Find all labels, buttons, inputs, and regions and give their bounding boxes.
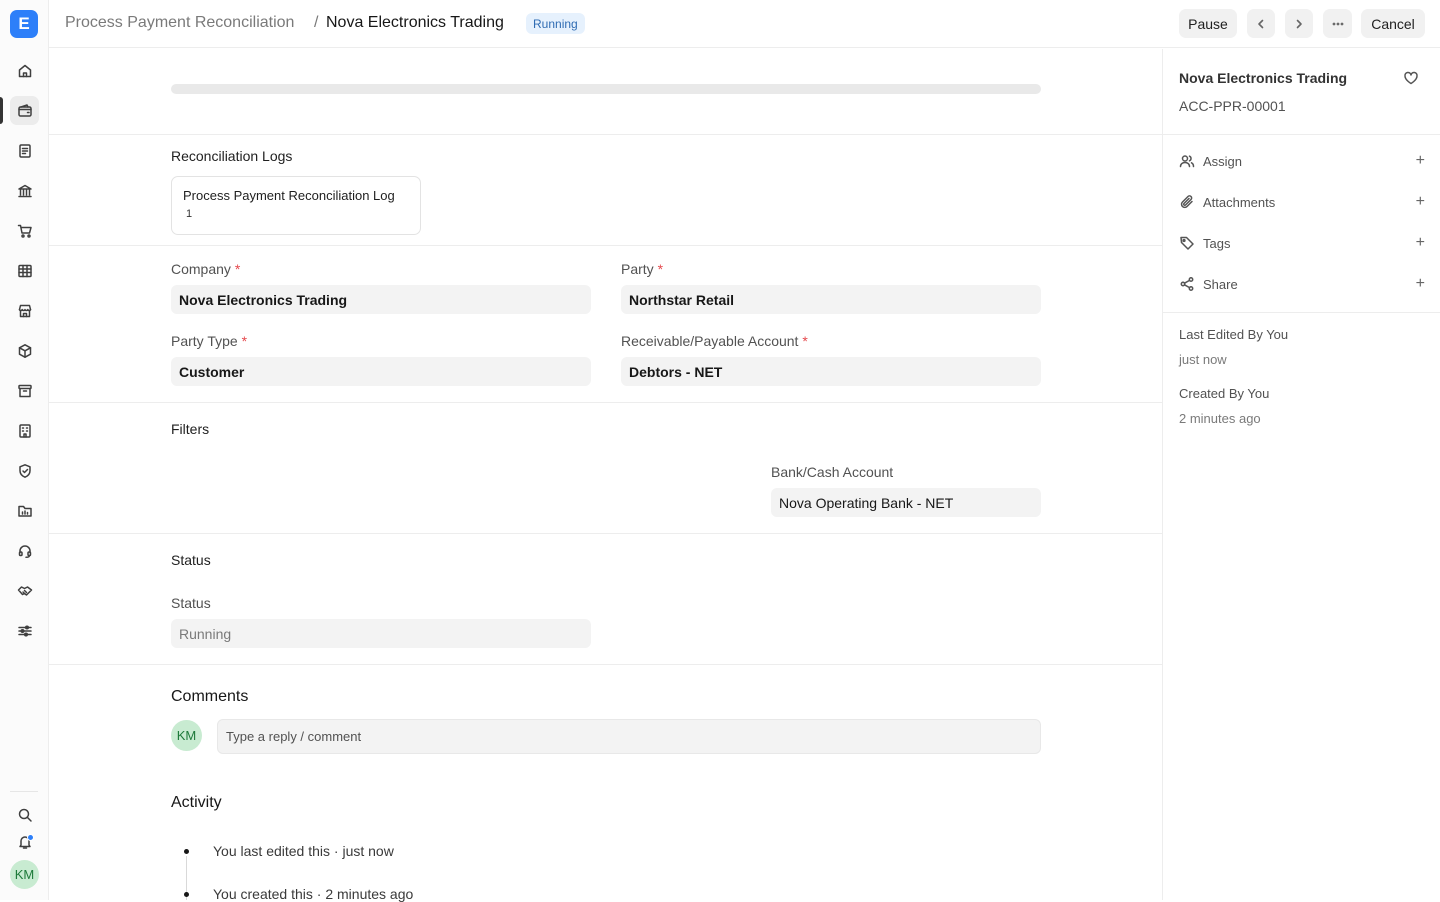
sidebar-divider [10,791,38,792]
handshake-icon[interactable] [10,576,39,605]
table-icon[interactable] [10,256,39,285]
more-button[interactable] [1323,9,1352,38]
last-edited-time: just now [1179,352,1227,367]
box-icon[interactable] [10,336,39,365]
paperclip-icon [1180,195,1193,209]
party-field[interactable]: Northstar Retail [621,285,1041,314]
previous-button[interactable] [1247,9,1275,38]
app-logo[interactable]: E [10,10,38,38]
store-icon[interactable] [10,296,39,325]
headset-icon[interactable] [10,536,39,565]
activity-dot [184,892,189,897]
breadcrumb-separator: / [314,14,319,31]
pause-button[interactable]: Pause [1179,9,1237,38]
next-button[interactable] [1285,9,1313,38]
archive-icon[interactable] [10,376,39,405]
party-label: Party * [621,261,664,277]
share-label: Share [1203,276,1238,292]
account-label: Receivable/Payable Account * [621,333,808,349]
party-type-label: Party Type * [171,333,248,349]
reconciliation-log-card[interactable]: Process Payment Reconciliation Log 1 [171,176,421,235]
sidebar-right: Nova Electronics Trading ACC-PPR-00001 A… [1162,49,1440,900]
heart-icon [1404,71,1418,85]
section-divider [49,533,1162,534]
activity-item: You last edited this · just now [213,843,394,859]
add-attachment-icon[interactable]: + [1416,193,1425,211]
building-icon[interactable] [10,416,39,445]
users-icon [1179,155,1195,168]
chevron-left-icon [1258,19,1264,28]
wallet-icon[interactable] [10,96,39,125]
status-label: Status [171,595,211,611]
chevron-right-icon [1296,19,1302,28]
log-card-count: 1 [186,208,193,220]
section-divider [49,402,1162,403]
activity-title: Activity [171,794,222,811]
doc-id: ACC-PPR-00001 [1179,98,1286,114]
attachments-label: Attachments [1203,194,1276,210]
bank-account-label: Bank/Cash Account [771,464,894,480]
add-share-icon[interactable]: + [1416,275,1425,293]
status-field: Running [171,619,591,648]
company-field[interactable]: Nova Electronics Trading [171,285,591,314]
account-field[interactable]: Debtors - NET [621,357,1041,386]
created-time: 2 minutes ago [1179,411,1261,426]
panel-divider [1163,312,1440,313]
party-type-field[interactable]: Customer [171,357,591,386]
tags-label: Tags [1203,235,1231,251]
sidebar: E KM [0,0,49,900]
breadcrumb-parent[interactable]: Process Payment Reconciliation [65,14,294,32]
page-header: Process Payment Reconciliation / Nova El… [49,0,1440,48]
attachments-row[interactable]: Attachments + [1179,192,1425,212]
tag-icon [1180,236,1194,250]
more-dots-icon [1332,22,1343,25]
cancel-button[interactable]: Cancel [1361,9,1425,38]
bank-icon[interactable] [10,176,39,205]
filters-title: Filters [171,421,210,437]
panel-divider [1163,134,1440,135]
page-title: Nova Electronics Trading [326,14,504,31]
bank-account-field[interactable]: Nova Operating Bank - NET [771,488,1041,517]
folder-chart-icon[interactable] [10,496,39,525]
doc-title: Nova Electronics Trading [1179,70,1348,86]
add-tag-icon[interactable]: + [1416,234,1425,252]
log-card-title: Process Payment Reconciliation Log [183,188,395,203]
status-section-title: Status [171,552,211,568]
section-divider [49,245,1162,246]
user-avatar[interactable]: KM [10,860,39,889]
assign-row[interactable]: Assign + [1179,151,1425,171]
section-divider [49,664,1162,665]
sliders-icon[interactable] [10,616,39,645]
like-button[interactable] [1403,70,1419,91]
share-row[interactable]: Share + [1179,274,1425,294]
cart-icon[interactable] [10,216,39,245]
section-divider [49,134,1162,135]
created-label: Created By You [1179,386,1270,401]
home-icon[interactable] [10,56,39,85]
comment-avatar: KM [171,720,202,751]
reconciliation-logs-title: Reconciliation Logs [171,148,293,164]
last-edited-label: Last Edited By You [1179,327,1289,342]
shield-icon[interactable] [10,456,39,485]
active-indicator [0,97,3,124]
bell-icon[interactable] [10,827,39,856]
notification-dot [27,834,34,841]
search-icon[interactable] [10,800,39,829]
assign-label: Assign [1203,153,1243,169]
tags-row[interactable]: Tags + [1179,233,1425,253]
document-icon[interactable] [10,136,39,165]
comment-input[interactable]: Type a reply / comment [217,719,1041,754]
form-main: Reconciliation Logs Process Payment Reco… [49,49,1162,902]
progress-bar [171,84,1041,94]
share-icon [1180,277,1194,291]
status-badge: Running [526,13,585,34]
activity-dot [184,849,189,854]
company-label: Company * [171,261,241,277]
add-assign-icon[interactable]: + [1416,152,1425,170]
comments-title: Comments [171,688,249,705]
